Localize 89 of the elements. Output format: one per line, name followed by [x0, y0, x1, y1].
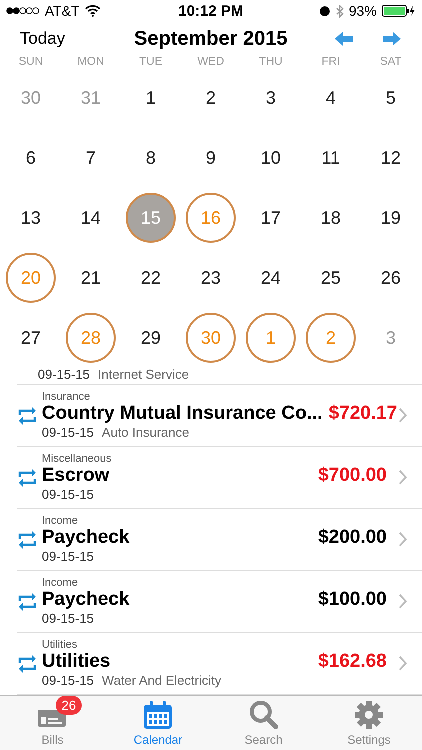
today-button[interactable]: Today [20, 29, 66, 49]
calendar-day[interactable]: 5 [366, 73, 416, 123]
calendar-day[interactable]: 2 [186, 73, 236, 123]
calendar-day[interactable]: 17 [246, 193, 296, 243]
calendar-day[interactable]: 18 [306, 193, 356, 243]
wifi-icon [84, 5, 101, 17]
calendar-day[interactable]: 8 [126, 133, 176, 183]
weekday-label: THU [258, 56, 284, 68]
tab-bar-item[interactable]: 26 Bills [0, 696, 106, 750]
settings-icon [354, 700, 384, 730]
bill-date: 09-15-15 [42, 673, 94, 688]
tab-bar-item[interactable]: Calendar [106, 696, 211, 750]
count-badge: 26 [56, 696, 82, 715]
status-time: 10:12 PM [178, 2, 244, 20]
next-month-button[interactable] [382, 31, 402, 47]
calendar-day[interactable]: 3 [246, 73, 296, 123]
weekday-label: MON [76, 56, 106, 68]
calendar-day[interactable]: 10 [246, 133, 296, 183]
bill-row[interactable]: Insurance Country Mutual Insurance Co... $720.17 09-15-15 Auto Insurance [17, 385, 422, 447]
calendar-day[interactable]: 11 [306, 133, 356, 183]
calendar-day[interactable]: 13 [6, 193, 56, 243]
bill-amount: $700.00 [318, 465, 387, 487]
weekday-label: FRI [320, 56, 342, 68]
bill-category: Miscellaneous [42, 453, 113, 465]
previous-month-button[interactable] [334, 31, 354, 47]
weekday-label: TUE [138, 56, 164, 68]
chevron-icon [399, 532, 408, 547]
calendar-day[interactable]: 9 [186, 133, 236, 183]
bill-date: 09-15-15 [42, 611, 94, 626]
chevron-icon [399, 656, 408, 671]
repeat-icon [17, 530, 38, 550]
calendar-day[interactable]: 27 [6, 313, 56, 363]
bill-name: Utilities [42, 651, 112, 673]
calendar-day[interactable]: 26 [366, 253, 416, 303]
chevron-icon [399, 594, 408, 609]
bill-amount: $162.68 [318, 651, 387, 673]
bill-name: Escrow [42, 465, 111, 487]
search-icon [248, 700, 279, 730]
month-title: September 2015 [134, 28, 288, 50]
bill-date: 09-15-15 [38, 368, 90, 382]
calendar-day[interactable]: 14 [66, 193, 116, 243]
chevron-icon [399, 408, 408, 423]
right-arrow-icon [382, 31, 402, 47]
bill-row[interactable]: Miscellaneous Escrow $700.00 09-15-15 [17, 447, 422, 509]
calendar-day[interactable]: 29 [126, 313, 176, 363]
bill-amount: $100.00 [318, 589, 387, 611]
bill-date: 09-15-15 [42, 549, 94, 564]
repeat-icon [17, 592, 38, 612]
calendar-day[interactable]: 24 [246, 253, 296, 303]
bill-category: Income [42, 577, 80, 589]
calendar-day[interactable]: 1 [126, 73, 176, 123]
calendar-day[interactable]: 23 [186, 253, 236, 303]
left-arrow-icon [334, 31, 354, 47]
bill-memo: Auto Insurance [102, 425, 190, 440]
calendar-day[interactable]: 6 [6, 133, 56, 183]
bill-row[interactable]: Income Paycheck $100.00 09-15-15 [17, 571, 422, 633]
bill-category: Utilities [42, 639, 78, 651]
bill-row[interactable]: Income Paycheck $200.00 09-15-15 [17, 509, 422, 571]
bill-memo: Internet Service [98, 368, 190, 382]
battery-percent: 93% [348, 3, 377, 19]
bill-amount: $720.17 [328, 403, 398, 425]
bill-category: Insurance [42, 391, 92, 403]
repeat-icon [17, 468, 38, 488]
bill-name: Paycheck [42, 589, 131, 611]
battery-icon [382, 5, 416, 17]
weekday-label: SAT [379, 56, 403, 68]
bluetooth-icon [336, 4, 344, 18]
bill-memo: Water And Electricity [102, 673, 222, 688]
bill-name: Paycheck [42, 527, 131, 549]
signal-icon [6, 7, 40, 15]
calendar-day[interactable]: 12 [366, 133, 416, 183]
calendar-day[interactable]: 19 [366, 193, 416, 243]
repeat-icon [17, 406, 38, 426]
calendar-day[interactable]: 7 [66, 133, 116, 183]
calendar-day[interactable]: 25 [306, 253, 356, 303]
calendar-day[interactable]: 4 [306, 73, 356, 123]
calendar-day[interactable]: 21 [66, 253, 116, 303]
bill-name: Country Mutual Insurance Co... [42, 403, 323, 425]
chevron-icon [399, 470, 408, 485]
carrier-name: AT&T [45, 3, 80, 19]
bill-category: Income [42, 515, 80, 527]
repeat-icon [17, 654, 38, 674]
bill-amount: $200.00 [318, 527, 387, 549]
bill-date: 09-15-15 [42, 425, 94, 440]
calendar-day[interactable]: 22 [126, 253, 176, 303]
weekday-label: WED [196, 56, 226, 68]
bill-date: 09-15-15 [42, 487, 94, 502]
weekday-label: SUN [18, 56, 44, 68]
calendar-icon [142, 700, 174, 730]
